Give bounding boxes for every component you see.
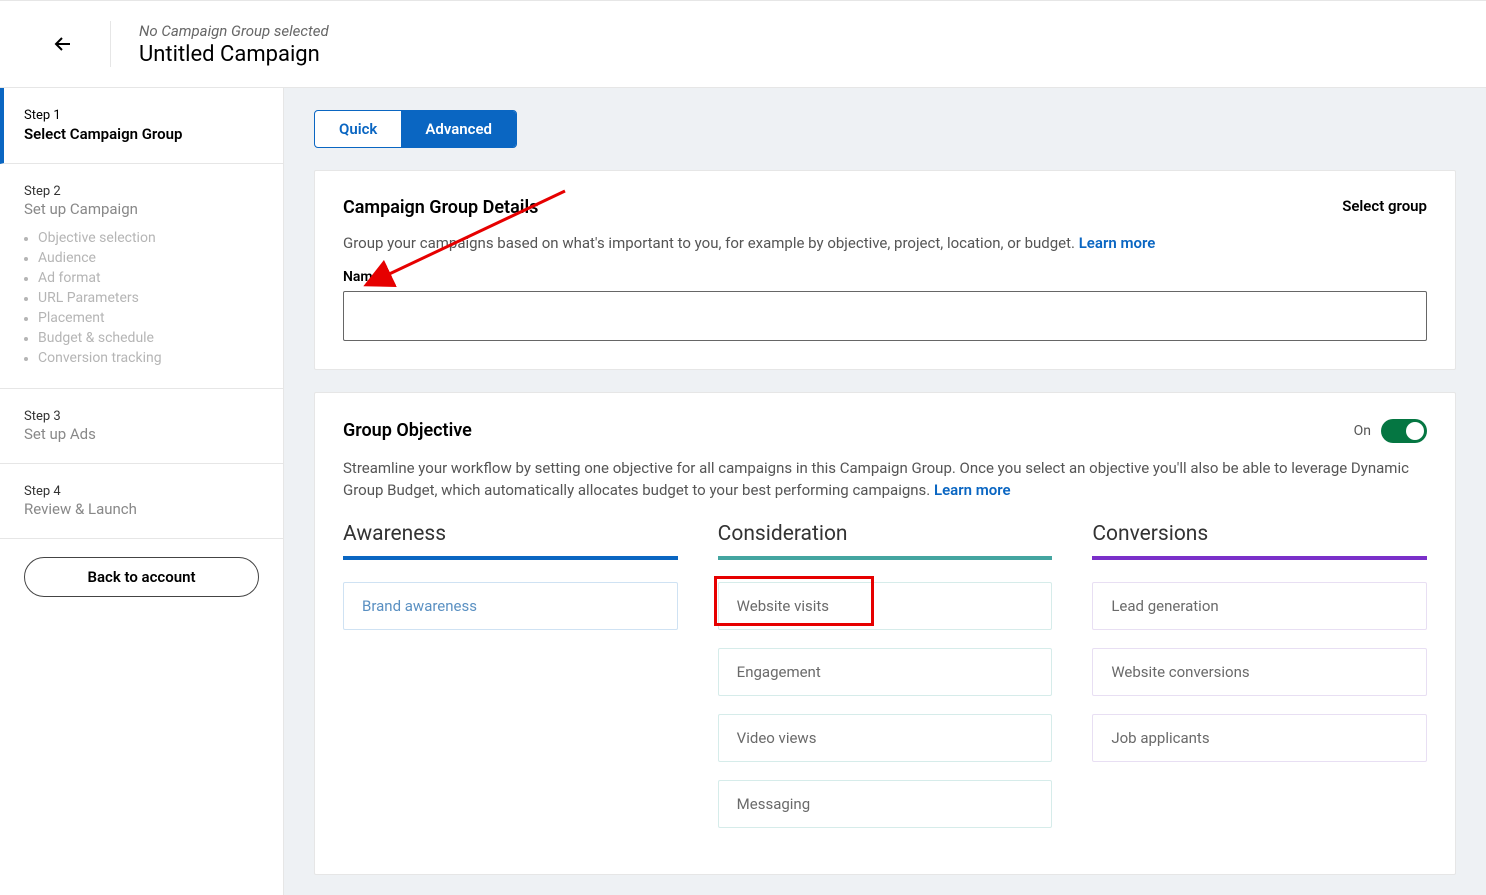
objective-brand-awareness[interactable]: Brand awareness xyxy=(343,582,678,630)
top-bar: No Campaign Group selected Untitled Camp… xyxy=(0,0,1486,88)
details-description: Group your campaigns based on what's imp… xyxy=(343,232,1427,255)
subitem-placement: Placement xyxy=(24,308,259,328)
campaign-group-name-input[interactable] xyxy=(343,291,1427,341)
step-2[interactable]: Step 2 Set up Campaign Objective selecti… xyxy=(0,164,283,389)
toggle-label: On xyxy=(1354,423,1371,439)
name-label: Name xyxy=(343,269,1427,285)
step-number: Step 2 xyxy=(24,184,259,199)
step-title: Select Campaign Group xyxy=(24,125,259,143)
objective-learn-more-link[interactable]: Learn more xyxy=(934,481,1011,499)
objective-column-awareness: Awareness Brand awareness xyxy=(343,522,678,846)
title-block: No Campaign Group selected Untitled Camp… xyxy=(139,22,329,67)
tab-quick[interactable]: Quick xyxy=(315,111,401,147)
conversions-heading: Conversions xyxy=(1092,522,1427,560)
tab-advanced[interactable]: Advanced xyxy=(401,111,516,147)
subitem-conversion-tracking: Conversion tracking xyxy=(24,348,259,368)
objective-column-conversions: Conversions Lead generation Website conv… xyxy=(1092,522,1427,846)
details-heading: Campaign Group Details xyxy=(343,197,538,218)
subitem-ad-format: Ad format xyxy=(24,268,259,288)
objective-toggle[interactable] xyxy=(1381,419,1427,443)
step-number: Step 3 xyxy=(24,409,259,424)
step-4[interactable]: Step 4 Review & Launch xyxy=(0,464,283,539)
awareness-heading: Awareness xyxy=(343,522,678,560)
mode-tabs: Quick Advanced xyxy=(314,110,517,148)
back-to-account-wrap: Back to account xyxy=(0,539,283,615)
subitem-objective-selection: Objective selection xyxy=(24,228,259,248)
objective-engagement[interactable]: Engagement xyxy=(718,648,1053,696)
back-to-account-button[interactable]: Back to account xyxy=(24,557,259,597)
group-objective-card: Group Objective On Streamline your workf… xyxy=(314,392,1456,875)
step-title: Review & Launch xyxy=(24,500,259,518)
step-title: Set up Campaign xyxy=(24,200,259,218)
step-number: Step 4 xyxy=(24,484,259,499)
details-desc-text: Group your campaigns based on what's imp… xyxy=(343,234,1079,252)
objective-column-consideration: Consideration Website visits Engagement … xyxy=(718,522,1053,846)
campaign-group-details-card: Campaign Group Details Select group Grou… xyxy=(314,170,1456,370)
select-group-link[interactable]: Select group xyxy=(1342,197,1427,215)
objective-video-views[interactable]: Video views xyxy=(718,714,1053,762)
consideration-heading: Consideration xyxy=(718,522,1053,560)
objective-toggle-wrap: On xyxy=(1354,419,1427,443)
subitem-url-parameters: URL Parameters xyxy=(24,288,259,308)
step-number: Step 1 xyxy=(24,108,259,123)
arrow-left-icon xyxy=(51,32,75,56)
objective-lead-generation[interactable]: Lead generation xyxy=(1092,582,1427,630)
details-learn-more-link[interactable]: Learn more xyxy=(1079,234,1156,252)
page-title: Untitled Campaign xyxy=(139,42,329,67)
subitem-budget-schedule: Budget & schedule xyxy=(24,328,259,348)
step-3[interactable]: Step 3 Set up Ads xyxy=(0,389,283,464)
subitem-audience: Audience xyxy=(24,248,259,268)
step-2-subitems: Objective selection Audience Ad format U… xyxy=(24,228,259,368)
sidebar: Step 1 Select Campaign Group Step 2 Set … xyxy=(0,88,284,895)
header-separator xyxy=(110,21,111,67)
main-content: Quick Advanced Campaign Group Details Se… xyxy=(284,88,1486,895)
objective-heading: Group Objective xyxy=(343,420,472,441)
breadcrumb: No Campaign Group selected xyxy=(139,22,329,40)
objective-website-visits[interactable]: Website visits xyxy=(718,582,1053,630)
objective-description: Streamline your workflow by setting one … xyxy=(343,457,1427,502)
objective-website-conversions[interactable]: Website conversions xyxy=(1092,648,1427,696)
back-arrow-button[interactable] xyxy=(50,31,76,57)
objective-job-applicants[interactable]: Job applicants xyxy=(1092,714,1427,762)
objective-messaging[interactable]: Messaging xyxy=(718,780,1053,828)
objective-desc-text: Streamline your workflow by setting one … xyxy=(343,459,1409,500)
step-title: Set up Ads xyxy=(24,425,259,443)
step-1[interactable]: Step 1 Select Campaign Group xyxy=(0,88,283,164)
